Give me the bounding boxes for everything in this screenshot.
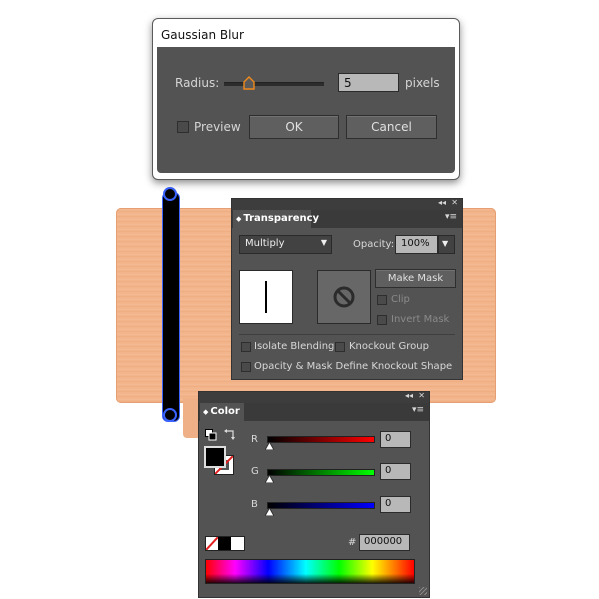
hex-input[interactable]: 000000 [359, 534, 410, 551]
b-slider-thumb[interactable] [265, 508, 274, 516]
tab-toggle-icon: ◆ [236, 215, 242, 223]
swap-colors-icon[interactable] [224, 428, 236, 440]
preview-checkbox[interactable] [177, 121, 189, 133]
none-swatch-icon[interactable] [206, 537, 218, 550]
close-icon[interactable]: ✕ [418, 391, 425, 400]
fill-swatch[interactable] [204, 446, 226, 468]
panel-menu-icon[interactable]: ▾≡ [445, 212, 457, 222]
isolate-blending-checkbox[interactable] [241, 342, 251, 352]
panel-divider [239, 334, 455, 335]
r-slider-thumb[interactable] [265, 442, 274, 450]
cancel-button[interactable]: Cancel [346, 115, 437, 139]
quick-swatches [205, 536, 245, 551]
thumbnail-stick [265, 281, 267, 313]
tab-transparency-label: Transparency [243, 213, 320, 224]
color-spectrum[interactable] [205, 559, 415, 584]
blend-mode-dropdown[interactable]: Multiply ▼ [239, 235, 332, 254]
tab-color[interactable]: ◆ Color [200, 403, 244, 421]
r-slider-track[interactable] [267, 436, 375, 443]
opacity-mask-knockout-checkbox[interactable] [241, 362, 251, 372]
default-colors-icon[interactable] [205, 429, 217, 441]
close-icon[interactable]: ✕ [451, 198, 458, 207]
black-swatch[interactable] [218, 537, 231, 550]
invert-mask-label: Invert Mask [391, 314, 450, 325]
preview-label: Preview [194, 120, 241, 134]
transparency-panel: ◂◂ ✕ ◆ Transparency ▾≡ Multiply ▼ Opacity… [231, 198, 463, 380]
collapse-icon[interactable]: ◂◂ [405, 391, 413, 400]
clip-label: Clip [391, 294, 410, 305]
selected-stick-path[interactable] [162, 192, 180, 422]
ok-button[interactable]: OK [249, 115, 339, 139]
no-mask-icon [333, 286, 355, 308]
dialog-body: Radius: 5 pixels Preview OK Cancel [157, 47, 455, 173]
invert-mask-checkbox[interactable] [377, 315, 387, 325]
artwork-thumbnail[interactable] [239, 270, 293, 324]
panel-top-bar[interactable]: ◂◂ ✕ [199, 391, 429, 403]
opacity-mask-knockout-label: Opacity & Mask Define Knockout Shape [254, 361, 453, 372]
opacity-input[interactable]: 100% [395, 235, 438, 254]
blend-mode-value: Multiply [245, 238, 285, 249]
tab-color-label: Color [210, 406, 240, 417]
g-slider-track[interactable] [267, 469, 375, 476]
knockout-group-checkbox[interactable] [335, 342, 345, 352]
panel-menu-icon[interactable]: ▾≡ [412, 405, 424, 415]
collapse-icon[interactable]: ◂◂ [438, 198, 446, 207]
r-value-input[interactable]: 0 [380, 431, 411, 448]
chevron-down-icon: ▼ [320, 238, 327, 247]
g-slider-thumb[interactable] [265, 475, 274, 483]
anchor-point-bottom[interactable] [163, 408, 177, 422]
opacity-label: Opacity: [353, 239, 395, 250]
radius-slider-track[interactable] [224, 82, 324, 86]
b-value-input[interactable]: 0 [380, 496, 411, 513]
g-label: G [251, 466, 259, 477]
g-value-input[interactable]: 0 [380, 463, 411, 480]
b-slider-track[interactable] [267, 502, 375, 509]
resize-grip-icon[interactable] [419, 587, 427, 595]
anchor-point-top[interactable] [163, 187, 177, 201]
tab-transparency[interactable]: ◆ Transparency [233, 210, 319, 228]
pixels-unit-label: pixels [405, 76, 440, 90]
hex-label: # [348, 537, 357, 548]
tab-toggle-icon: ◆ [203, 408, 209, 416]
clip-checkbox[interactable] [377, 295, 387, 305]
color-panel: ◂◂ ✕ ◆ Color ▾≡ R 0 G 0 B 0 # 000000 [198, 391, 430, 598]
opacity-dropdown-button[interactable]: ▼ [438, 235, 455, 254]
make-mask-button[interactable]: Make Mask [375, 269, 456, 288]
chevron-down-icon: ▼ [442, 239, 449, 248]
radius-input[interactable]: 5 [338, 73, 399, 92]
isolate-blending-label: Isolate Blending [254, 341, 335, 352]
gaussian-blur-dialog: Gaussian Blur Radius: 5 pixels Preview O… [152, 18, 460, 180]
mask-thumbnail[interactable] [317, 270, 371, 324]
r-label: R [251, 434, 258, 445]
panel-top-bar[interactable]: ◂◂ ✕ [232, 198, 462, 210]
b-label: B [251, 499, 258, 510]
white-swatch[interactable] [231, 537, 244, 550]
knockout-group-label: Knockout Group [349, 341, 429, 352]
radius-label: Radius: [175, 76, 220, 90]
dialog-title: Gaussian Blur [161, 28, 244, 42]
radius-slider-thumb[interactable] [243, 75, 255, 90]
